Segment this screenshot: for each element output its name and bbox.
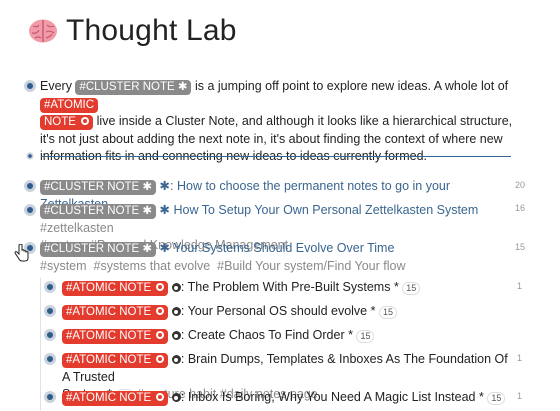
tag-atomic-label: #ATOMIC NOTE xyxy=(66,282,152,294)
tag-atomic-note[interactable]: #ATOMIC xyxy=(40,97,99,113)
tag-atomic-note-cont[interactable]: NOTE xyxy=(40,115,94,130)
atomic-item-1[interactable]: #ATOMIC NOTE : The Problem With Pre-Buil… xyxy=(62,279,512,297)
intro-text-2: is a jumping off point to explore new id… xyxy=(194,79,509,93)
tag-atomic-label: #ATOMIC NOTE xyxy=(66,306,152,318)
atomic-dot-icon xyxy=(156,283,165,291)
reference-count: 1 xyxy=(517,353,523,363)
tag-atomic-note[interactable]: #ATOMIC NOTE xyxy=(62,305,169,320)
page-title: Thought Lab xyxy=(66,14,237,47)
bullet-atomic-4[interactable] xyxy=(44,353,56,365)
atomic-title[interactable]: : Your Personal OS should evolve xyxy=(181,304,367,318)
circle-dot-icon xyxy=(171,283,181,292)
atomic-title[interactable]: : Inbox Is Boring, Why You Need A Magic … xyxy=(181,390,476,404)
atomic-dot-icon xyxy=(156,355,165,363)
tag-cluster-note[interactable]: #CLUSTER NOTE ✱ xyxy=(40,242,157,257)
star-mark: * xyxy=(370,304,376,318)
atomic-title[interactable]: : The Problem With Pre-Built Systems xyxy=(181,280,391,294)
atomic-dot-icon xyxy=(81,117,90,125)
reference-count: 1 xyxy=(517,391,523,401)
child-thread-line xyxy=(40,278,41,410)
bullet-atomic-2[interactable] xyxy=(44,305,56,317)
tag-atomic-note[interactable]: #ATOMIC NOTE xyxy=(62,353,169,368)
star-mark: * xyxy=(479,390,484,404)
bullet-cluster-2[interactable] xyxy=(24,204,36,216)
tag-atomic-label: #ATOMIC NOTE xyxy=(66,330,152,342)
hashtag[interactable]: #Build Your system/Find Your flow xyxy=(217,259,405,273)
reference-count: 1 xyxy=(517,281,523,291)
tag-atomic-label-a: #ATOMIC xyxy=(44,98,95,111)
tag-atomic-label-b: NOTE xyxy=(44,116,76,128)
tag-atomic-note[interactable]: #ATOMIC NOTE xyxy=(62,281,169,296)
hashtag[interactable]: #systems that evolve xyxy=(94,259,211,273)
cluster-item-3[interactable]: #CLUSTER NOTE ✱ ✱ Your Systems Should Ev… xyxy=(40,240,510,275)
brain-icon xyxy=(29,19,57,43)
tag-atomic-note[interactable]: #ATOMIC NOTE xyxy=(62,391,169,406)
atomic-item-5[interactable]: #ATOMIC NOTE : Inbox Is Boring, Why You … xyxy=(62,389,512,407)
star-mark: * xyxy=(393,280,399,294)
atomic-item-2[interactable]: #ATOMIC NOTE : Your Personal OS should e… xyxy=(62,303,512,321)
bullet-divider[interactable] xyxy=(26,152,34,160)
intro-text-1: Every xyxy=(40,79,72,93)
circle-dot-icon xyxy=(171,307,181,316)
star-icon: ✱ xyxy=(159,203,171,217)
reference-badge[interactable]: 15 xyxy=(378,306,397,319)
hand-cursor-icon xyxy=(14,244,29,262)
hashtag[interactable]: #zettelkasten xyxy=(40,221,114,235)
star-mark: * xyxy=(348,328,353,342)
hashtag[interactable]: #system xyxy=(40,259,87,273)
bullet-atomic-3[interactable] xyxy=(44,329,56,341)
cluster-link-title[interactable]: Your Systems Should Evolve Over Time xyxy=(173,241,394,255)
circle-dot-icon xyxy=(171,393,181,402)
reference-count: 16 xyxy=(515,203,526,213)
atomic-dot-icon xyxy=(156,393,165,401)
bullet-atomic-1[interactable] xyxy=(44,281,56,293)
tag-cluster-note[interactable]: #CLUSTER NOTE ✱ xyxy=(75,80,192,95)
reference-count: 20 xyxy=(515,180,526,190)
reference-badge[interactable]: 15 xyxy=(402,282,421,295)
bullet-intro[interactable] xyxy=(24,80,36,92)
tag-cluster-note[interactable]: #CLUSTER NOTE ✱ xyxy=(40,180,157,195)
star-icon: ✱ xyxy=(159,241,171,255)
atomic-item-3[interactable]: #ATOMIC NOTE : Create Chaos To Find Orde… xyxy=(62,327,512,345)
reference-count: 15 xyxy=(515,242,526,252)
atomic-dot-icon xyxy=(156,331,165,339)
circle-dot-icon xyxy=(171,355,181,364)
cluster-link-title[interactable]: How To Setup Your Own Personal Zettelkas… xyxy=(174,203,479,217)
circle-dot-icon xyxy=(171,331,181,340)
tag-atomic-label: #ATOMIC NOTE xyxy=(66,392,152,404)
star-icon: ✱ xyxy=(159,179,171,193)
bullet-atomic-5[interactable] xyxy=(44,391,56,403)
page-header: Thought Lab xyxy=(28,14,237,48)
atomic-title[interactable]: : Create Chaos To Find Order xyxy=(181,328,345,342)
tag-cluster-note[interactable]: #CLUSTER NOTE ✱ xyxy=(40,204,157,219)
tag-atomic-note[interactable]: #ATOMIC NOTE xyxy=(62,329,169,344)
bullet-cluster-1[interactable] xyxy=(24,180,36,192)
intro-block[interactable]: Every #CLUSTER NOTE ✱ is a jumping off p… xyxy=(40,78,520,166)
horizontal-divider xyxy=(41,156,511,157)
tag-atomic-label: #ATOMIC NOTE xyxy=(66,354,152,366)
reference-badge[interactable]: 15 xyxy=(487,392,506,405)
reference-badge[interactable]: 15 xyxy=(356,330,375,343)
atomic-dot-icon xyxy=(156,307,165,315)
